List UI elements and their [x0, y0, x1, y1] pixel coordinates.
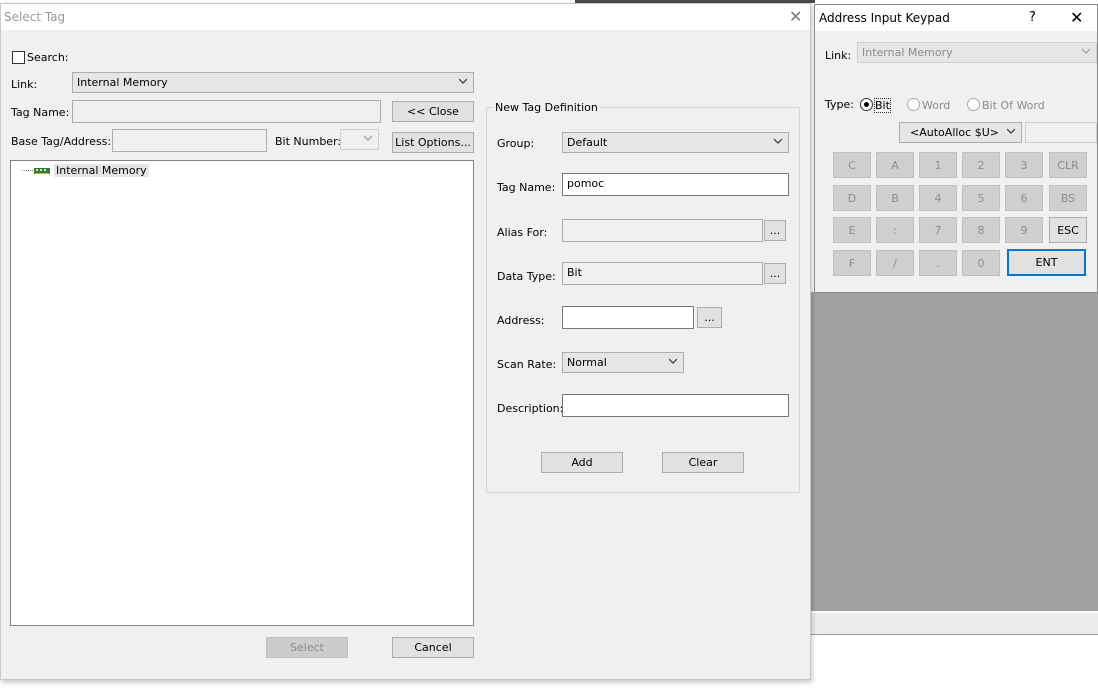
tree-item-internal-memory[interactable]: Internal Memory	[22, 164, 149, 177]
keypad-link-label: Link:	[825, 49, 852, 62]
search-label: Search:	[27, 51, 69, 64]
select-tag-title: Select Tag	[4, 10, 66, 24]
link-label: Link:	[11, 78, 38, 91]
close-panel-button[interactable]: << Close	[392, 101, 474, 122]
key-0[interactable]: 0	[962, 250, 1000, 276]
key-3[interactable]: 3	[1005, 152, 1043, 178]
chevron-down-icon	[1007, 128, 1015, 134]
key-clr[interactable]: CLR	[1049, 152, 1087, 178]
tag-name-label: Tag Name:	[11, 106, 70, 119]
tag-name-input[interactable]	[72, 100, 381, 123]
close-icon[interactable]: ✕	[789, 9, 802, 25]
key-c[interactable]: C	[833, 152, 871, 178]
group-select-value: Default	[567, 136, 608, 149]
memory-chip-icon	[34, 167, 50, 174]
alias-input[interactable]	[562, 219, 763, 242]
help-icon[interactable]: ?	[1029, 10, 1036, 25]
description-input[interactable]	[562, 394, 789, 417]
key-colon[interactable]: :	[876, 217, 914, 243]
chevron-down-icon	[1082, 48, 1090, 54]
key-2[interactable]: 2	[962, 152, 1000, 178]
tree-connector	[22, 170, 33, 171]
autoalloc-select[interactable]: <AutoAlloc $U>	[899, 122, 1022, 143]
key-8[interactable]: 8	[962, 217, 1000, 243]
key-slash[interactable]: /	[876, 250, 914, 276]
type-bit-of-word-radio[interactable]	[967, 98, 980, 111]
alias-label: Alias For:	[497, 226, 548, 239]
type-label: Type:	[825, 98, 854, 111]
data-type-label: Data Type:	[497, 270, 556, 283]
select-tag-titlebar: Select Tag ✕	[1, 4, 810, 30]
alias-browse-button[interactable]: ...	[764, 220, 786, 241]
keypad-link-value: Internal Memory	[862, 46, 953, 59]
address-browse-button[interactable]: ...	[697, 307, 722, 328]
group-select[interactable]: Default	[562, 132, 789, 153]
data-type-browse-button[interactable]: ...	[764, 263, 786, 284]
key-d[interactable]: D	[833, 185, 871, 211]
link-select[interactable]: Internal Memory	[72, 72, 474, 93]
search-checkbox[interactable]	[12, 51, 25, 64]
chevron-down-icon	[774, 138, 782, 144]
type-word-label: Word	[922, 99, 951, 112]
key-esc[interactable]: ESC	[1049, 217, 1087, 243]
bit-number-label: Bit Number:	[275, 135, 342, 148]
type-bit-radio[interactable]	[860, 98, 873, 111]
key-a[interactable]: A	[876, 152, 914, 178]
chevron-down-icon	[364, 135, 372, 141]
key-ent[interactable]: ENT	[1007, 249, 1086, 276]
key-e[interactable]: E	[833, 217, 871, 243]
address-input[interactable]	[562, 306, 694, 329]
type-bit-of-word-label: Bit Of Word	[982, 99, 1045, 112]
background-scrollbar[interactable]	[810, 613, 1098, 635]
cancel-button[interactable]: Cancel	[392, 637, 474, 658]
data-type-input[interactable]: Bit	[562, 262, 763, 285]
type-word-radio[interactable]	[907, 98, 920, 111]
key-f[interactable]: F	[833, 250, 871, 276]
key-7[interactable]: 7	[919, 217, 957, 243]
chevron-down-icon	[669, 358, 677, 364]
group-box-title: New Tag Definition	[493, 101, 600, 114]
new-tag-definition-group: New Tag Definition	[486, 101, 800, 493]
background-workspace	[810, 292, 1098, 611]
scan-rate-select[interactable]: Normal	[562, 352, 684, 373]
new-tag-name-label: Tag Name:	[497, 181, 556, 194]
scan-rate-value: Normal	[567, 356, 607, 369]
key-bs[interactable]: BS	[1049, 185, 1087, 211]
tree-item-label: Internal Memory	[54, 164, 149, 177]
select-tag-dialog: Select Tag ✕ Search: Link: Internal Memo…	[0, 3, 811, 680]
address-label: Address:	[497, 314, 545, 327]
group-label: Group:	[497, 137, 535, 150]
add-button[interactable]: Add	[541, 452, 623, 473]
link-select-value: Internal Memory	[77, 76, 168, 89]
new-tag-name-input[interactable]: pomoc	[562, 173, 789, 196]
keypad-titlebar: Address Input Keypad ? ✕	[815, 5, 1097, 31]
close-icon[interactable]: ✕	[1070, 10, 1083, 26]
autoalloc-field[interactable]	[1025, 122, 1097, 143]
autoalloc-value: <AutoAlloc $U>	[910, 126, 999, 139]
key-9[interactable]: 9	[1005, 217, 1043, 243]
key-dot[interactable]: .	[919, 250, 957, 276]
tag-tree[interactable]: Internal Memory	[10, 160, 474, 626]
chevron-down-icon	[459, 78, 467, 84]
description-label: Description:	[497, 402, 564, 415]
list-options-button[interactable]: List Options...	[392, 132, 474, 153]
keypad-link-select[interactable]: Internal Memory	[857, 42, 1097, 63]
base-tag-label: Base Tag/Address:	[11, 135, 112, 148]
key-4[interactable]: 4	[919, 185, 957, 211]
key-b[interactable]: B	[876, 185, 914, 211]
key-5[interactable]: 5	[962, 185, 1000, 211]
base-tag-input[interactable]	[112, 129, 267, 152]
scan-rate-label: Scan Rate:	[497, 358, 557, 371]
type-bit-label: Bit	[874, 98, 891, 113]
bit-number-select[interactable]	[340, 129, 379, 150]
keypad-title: Address Input Keypad	[819, 11, 950, 25]
key-1[interactable]: 1	[919, 152, 957, 178]
key-6[interactable]: 6	[1005, 185, 1043, 211]
clear-button[interactable]: Clear	[662, 452, 744, 473]
address-input-keypad: Address Input Keypad ? ✕ Link: Internal …	[814, 4, 1098, 293]
select-button[interactable]: Select	[266, 637, 348, 658]
